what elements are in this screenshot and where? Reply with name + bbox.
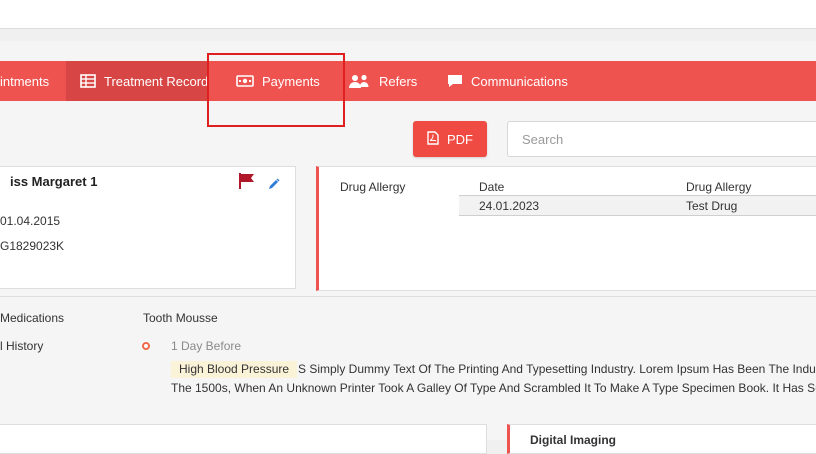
chat-icon [447, 74, 463, 88]
tab-appointments-label: intments [0, 73, 50, 89]
top-bar [0, 0, 816, 29]
edit-icon[interactable] [268, 177, 280, 195]
flag-icon[interactable] [238, 173, 256, 194]
section-divider [0, 296, 816, 297]
bottom-left-card [0, 424, 487, 454]
medications-label: Medications [0, 311, 65, 325]
allergy-column-drug: Drug Allergy [686, 180, 752, 194]
pdf-button-label: PDF [447, 131, 473, 147]
gap-band [0, 29, 816, 41]
pdf-icon [427, 130, 439, 148]
pdf-button[interactable]: PDF [413, 121, 487, 157]
drug-allergy-section-label: Drug Allergy [340, 180, 406, 194]
timeline-dot-icon [142, 342, 150, 350]
cash-icon [236, 75, 254, 87]
history-description-line2: The 1500s, When An Unknown Printer Took … [171, 381, 816, 395]
users-icon [349, 74, 371, 88]
patient-dob: 01.04.2015 [0, 214, 61, 228]
history-description-line1: S Simply Dummy Text Of The Printing And … [298, 362, 816, 376]
history-label: l History [0, 339, 44, 353]
tab-payments-label: Payments [262, 73, 320, 89]
tab-refers-label: Refers [379, 73, 418, 89]
medications-value: Tooth Mousse [143, 311, 218, 325]
table-icon [80, 74, 96, 88]
tab-appointments[interactable]: intments [0, 61, 66, 101]
condition-tag: High Blood Pressure [171, 361, 298, 378]
tab-treatment-record-label: Treatment Record [104, 73, 209, 89]
tab-bar: intments Treatment Record Payments Refer… [0, 61, 816, 101]
tab-payments[interactable]: Payments [236, 61, 320, 101]
tab-communications-label: Communications [471, 73, 568, 89]
bottom-right-title: Digital Imaging [530, 433, 617, 447]
search-input[interactable] [507, 121, 816, 157]
allergy-row-drug: Test Drug [686, 199, 738, 213]
tab-communications[interactable]: Communications [447, 61, 568, 101]
patient-name: iss Margaret 1 [10, 174, 98, 189]
tab-treatment-record[interactable]: Treatment Record [66, 61, 208, 101]
allergy-column-date: Date [479, 180, 505, 194]
history-time: 1 Day Before [171, 339, 242, 353]
tab-refers[interactable]: Refers [349, 61, 417, 101]
allergy-row-date: 24.01.2023 [479, 199, 540, 213]
patient-id: G1829023K [0, 239, 65, 253]
